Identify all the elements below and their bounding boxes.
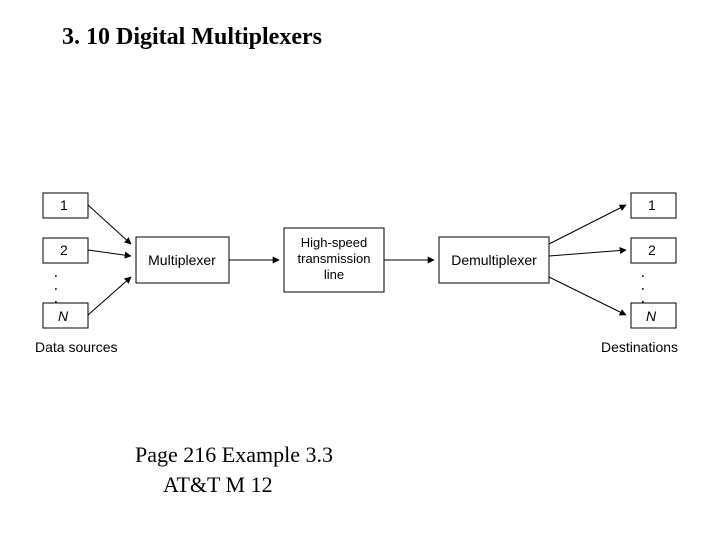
transmission-box: High-speed transmission line xyxy=(284,228,384,292)
footer-text: Page 216 Example 3.3 AT&T M 12 xyxy=(135,440,333,499)
dest-node-1: 1 xyxy=(631,193,676,218)
data-sources-label: Data sources xyxy=(35,339,117,355)
dest-node-N: N xyxy=(631,303,676,328)
footer-line1: Page 216 Example 3.3 xyxy=(135,440,333,470)
transmission-l3: line xyxy=(324,267,344,282)
source-node-N-label: N xyxy=(58,308,69,324)
dest-node-2: 2 xyxy=(631,238,676,263)
arrow-srcN-mux xyxy=(88,277,131,315)
arrow-src1-mux xyxy=(88,205,131,244)
transmission-l1: High-speed xyxy=(301,235,368,250)
footer-line2: AT&T M 12 xyxy=(135,470,333,500)
source-node-1-label: 1 xyxy=(60,197,68,213)
source-node-1: 1 xyxy=(43,193,88,218)
arrow-demux-dstN xyxy=(549,277,626,315)
source-node-2-label: 2 xyxy=(60,242,68,258)
source-node-2: 2 xyxy=(43,238,88,263)
transmission-l2: transmission xyxy=(298,251,371,266)
destinations-label: Destinations xyxy=(601,339,678,355)
mux-diagram: 1 2 . . . N Data sources Multiplexer Hig… xyxy=(0,0,720,540)
source-node-N: N xyxy=(43,303,88,328)
multiplexer-label: Multiplexer xyxy=(148,252,216,268)
source-ellipsis: . . . xyxy=(51,274,68,306)
dest-node-N-label: N xyxy=(646,308,657,324)
arrow-src2-mux xyxy=(88,250,131,256)
arrow-demux-dst1 xyxy=(549,205,626,244)
arrow-demux-dst2 xyxy=(549,250,626,256)
dest-node-1-label: 1 xyxy=(648,197,656,213)
demultiplexer-box: Demultiplexer xyxy=(439,237,549,283)
demultiplexer-label: Demultiplexer xyxy=(451,252,537,268)
multiplexer-box: Multiplexer xyxy=(136,237,229,283)
dest-node-2-label: 2 xyxy=(648,242,656,258)
dest-ellipsis: . . . xyxy=(638,274,655,306)
